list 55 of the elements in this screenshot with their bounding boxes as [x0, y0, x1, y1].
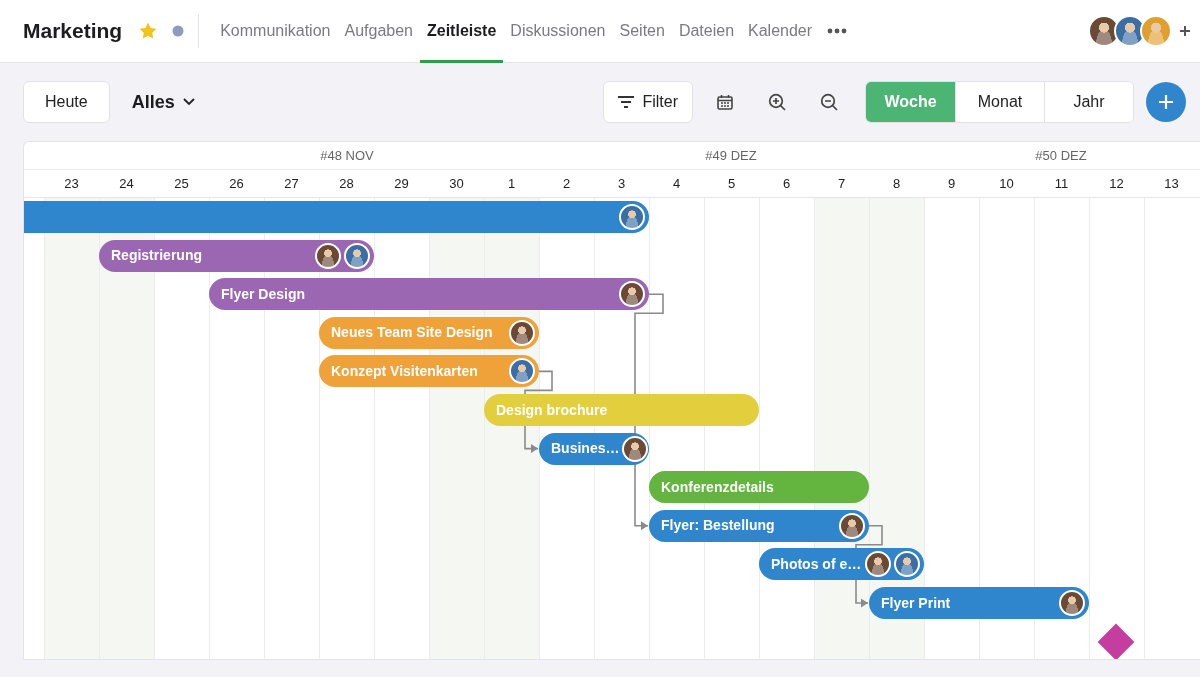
day-label: 25 [173, 175, 190, 193]
calendar-icon [717, 94, 733, 110]
project-title: Marketing [23, 18, 123, 45]
chevron-down-icon [182, 98, 195, 106]
add-member-icon[interactable] [1178, 24, 1192, 38]
day-label: 12 [1108, 175, 1125, 193]
day-label: 10 [998, 175, 1015, 193]
add-button[interactable] [1146, 82, 1186, 122]
nav-tab[interactable]: Seiten [612, 0, 672, 63]
week-label: #50 DEZ [1035, 147, 1087, 165]
nav-tab[interactable]: Kalender [741, 0, 820, 63]
task-bar[interactable]: Flyer Print [869, 587, 1089, 619]
filter-button[interactable]: Filter [603, 81, 693, 123]
zoom-in-icon [768, 93, 786, 111]
zoom-out-icon [820, 93, 838, 111]
day-label: 8 [891, 175, 902, 193]
task-bar[interactable]: Konferenzdetails [649, 471, 869, 504]
task-bar[interactable]: Busines… [539, 432, 649, 465]
nav-tab[interactable]: Dateien [671, 0, 742, 63]
day-label: 27 [283, 175, 300, 193]
day-label: 28 [338, 175, 355, 193]
task-bar[interactable]: Flyer: Bestellung [649, 509, 869, 542]
task-bar[interactable]: Registrierung [99, 239, 374, 272]
day-label: 9 [946, 175, 957, 193]
day-label: 23 [63, 175, 80, 193]
day-label: 30 [448, 175, 465, 193]
day-label: 24 [118, 175, 135, 193]
day-label: 4 [671, 175, 682, 193]
scope-dropdown[interactable]: Alles [125, 81, 201, 123]
nav-tab[interactable]: Kommunikation [213, 0, 338, 63]
task-bar[interactable]: Flyer Design [209, 278, 649, 311]
day-label: 26 [228, 175, 245, 193]
star-icon[interactable] [138, 21, 159, 41]
day-label: 3 [616, 175, 627, 193]
nav-tab[interactable]: Diskussionen [503, 0, 613, 63]
more-icon[interactable] [827, 28, 848, 34]
day-label: 5 [726, 175, 737, 193]
day-label: 11 [1053, 175, 1070, 193]
day-label: 13 [1163, 175, 1180, 193]
today-button[interactable]: Heute [23, 81, 110, 123]
week-label: #49 DEZ [705, 147, 757, 165]
week-label: #48 NOV [320, 147, 374, 165]
status-dot-icon [172, 25, 185, 37]
day-label: 1 [506, 175, 517, 193]
day-label: 2 [561, 175, 572, 193]
view-tab[interactable]: Woche [866, 82, 955, 122]
day-label: 29 [393, 175, 410, 193]
filter-icon [618, 96, 635, 108]
nav-tab[interactable]: Zeitleiste [420, 0, 504, 63]
view-tab[interactable]: Jahr [1044, 82, 1133, 122]
nav-tab[interactable]: Aufgaben [337, 0, 420, 63]
day-label: 6 [781, 175, 792, 193]
task-bar[interactable]: Photos of e… [759, 548, 924, 581]
plus-icon [1158, 94, 1174, 110]
day-label: 7 [836, 175, 847, 193]
